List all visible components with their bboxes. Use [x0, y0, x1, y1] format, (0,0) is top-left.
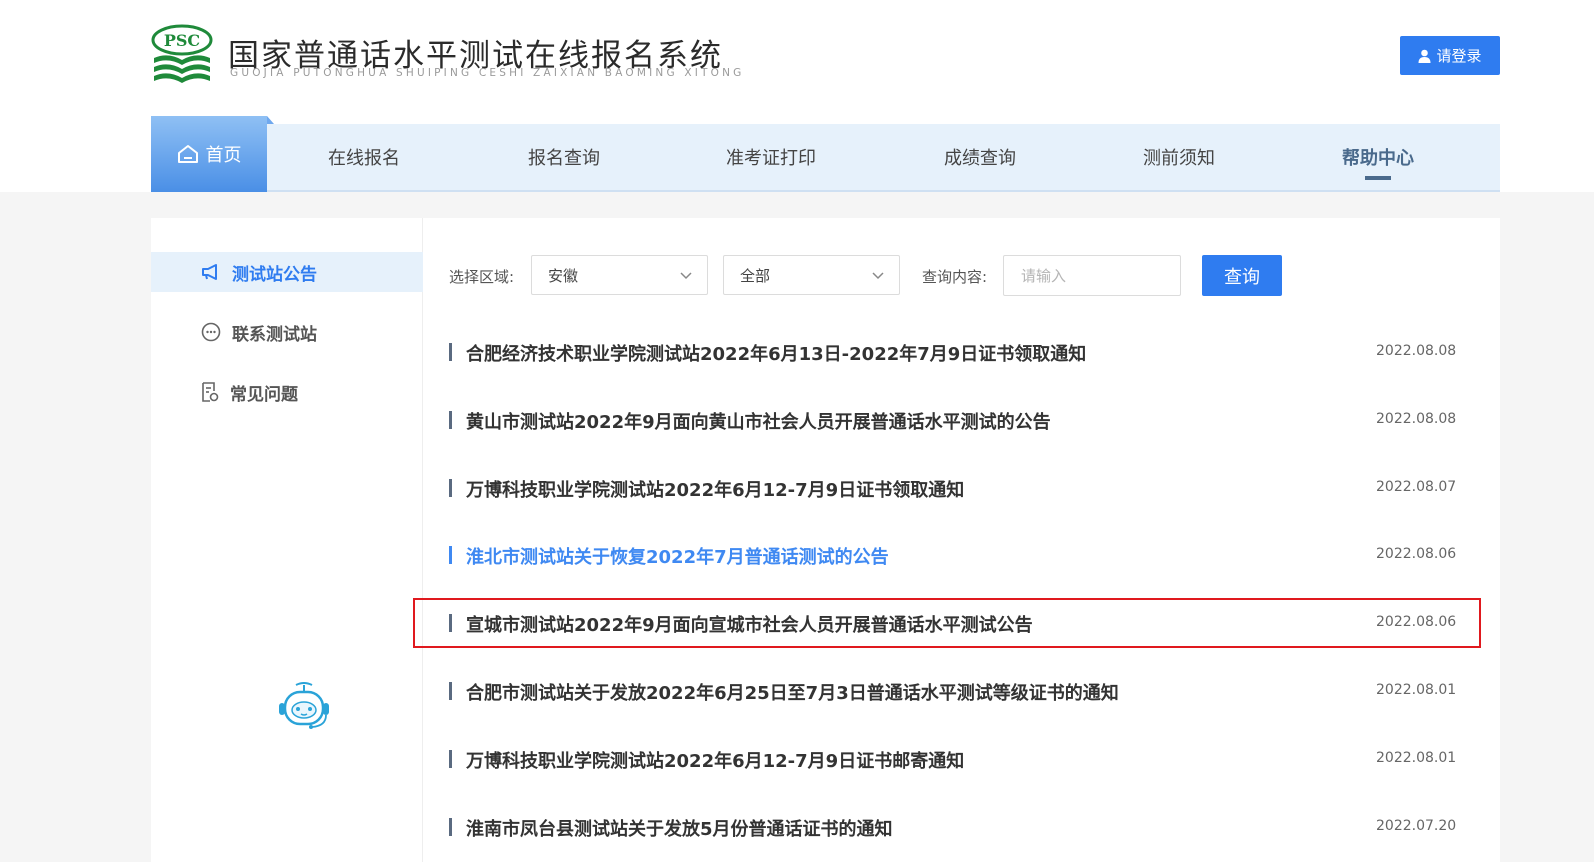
chevron-down-icon: [872, 272, 884, 280]
announcement-date: 2022.08.08: [1376, 410, 1457, 427]
home-icon: [177, 145, 198, 163]
sidebar-item-label: 常见问题: [230, 384, 298, 405]
list-item[interactable]: 万博科技职业学院测试站2022年6月12-7月9日证书领取通知 2022.08.…: [441, 454, 1481, 522]
chevron-down-icon: [680, 272, 692, 280]
robot-assistant-icon[interactable]: [276, 681, 332, 733]
nav-score-query[interactable]: 成绩查询: [944, 124, 1016, 190]
region-label: 选择区域:: [449, 268, 515, 286]
nav-online-registration[interactable]: 在线报名: [328, 124, 400, 190]
announcement-title[interactable]: 合肥经济技术职业学院测试站2022年6月13日-2022年7月9日证书领取通知: [466, 340, 1086, 366]
list-item-marker: [449, 817, 452, 836]
announcement-title[interactable]: 黄山市测试站2022年9月面向黄山市社会人员开展普通话水平测试的公告: [466, 408, 1051, 434]
announcement-date: 2022.08.06: [1376, 614, 1457, 631]
list-item[interactable]: 万博科技职业学院测试站2022年6月12-7月9日证书邮寄通知 2022.08.…: [441, 725, 1481, 793]
svg-text:PSC: PSC: [164, 31, 200, 50]
nav-help-center-label: 帮助中心: [1342, 148, 1414, 169]
list-item[interactable]: 合肥经济技术职业学院测试站2022年6月13日-2022年7月9日证书领取通知 …: [441, 318, 1481, 386]
city-select-value: 全部: [740, 266, 771, 285]
psc-logo: PSC: [151, 24, 213, 83]
nav-admission-ticket-print[interactable]: 准考证打印: [726, 124, 816, 190]
list-item-marker: [449, 343, 452, 361]
query-input[interactable]: [1003, 255, 1181, 296]
announcement-title[interactable]: 宣城市测试站2022年9月面向宣城市社会人员开展普通话水平测试公告: [466, 611, 1033, 637]
sidebar: 测试站公告 联系测试站 常见问题: [151, 218, 423, 862]
announcement-date: 2022.08.01: [1376, 749, 1457, 766]
nav-home[interactable]: 首页: [151, 116, 274, 192]
user-icon: [1418, 49, 1431, 63]
announcement-title[interactable]: 万博科技职业学院测试站2022年6月12-7月9日证书领取通知: [466, 476, 964, 502]
announcement-date: 2022.08.07: [1376, 478, 1457, 495]
login-label: 请登录: [1436, 47, 1482, 65]
list-item-marker: [449, 749, 452, 768]
city-select[interactable]: 全部: [723, 255, 900, 295]
nav-pre-test-notice[interactable]: 测前须知: [1143, 124, 1215, 190]
announcement-title[interactable]: 合肥市测试站关于发放2022年6月25日至7月3日普通话水平测试等级证书的通知: [466, 679, 1119, 705]
site-subtitle: GUOJIA PUTONGHUA SHUIPING CESHI ZAIXIAN …: [230, 67, 745, 79]
login-button[interactable]: 请登录: [1400, 36, 1500, 75]
list-item[interactable]: 宣城市测试站2022年9月面向宣城市社会人员开展普通话水平测试公告 2022.0…: [441, 589, 1481, 657]
header: PSC 国家普通话水平测试在线报名系统 GUOJIA PUTONGHUA SHU…: [0, 0, 1594, 192]
announcement-title[interactable]: 淮北市测试站关于恢复2022年7月普通话测试的公告: [466, 543, 889, 569]
chat-icon: [201, 322, 221, 342]
announcement-date: 2022.08.06: [1376, 546, 1457, 563]
announcement-title[interactable]: 淮南市凤台县测试站关于发放5月份普通话证书的通知: [466, 815, 893, 841]
main-content: 测试站公告 联系测试站 常见问题 选择区域: 安徽 全部 查询内容: 请输入 查…: [151, 218, 1500, 862]
list-item[interactable]: 合肥市测试站关于发放2022年6月25日至7月3日普通话水平测试等级证书的通知 …: [441, 657, 1481, 725]
nav-home-label: 首页: [205, 145, 242, 166]
list-item-marker: [449, 410, 452, 429]
faq-document-icon: [202, 382, 219, 402]
main-nav: 首页 在线报名 报名查询 准考证打印 成绩查询 测前须知 帮助中心: [151, 116, 1500, 192]
sidebar-item-faq[interactable]: 常见问题: [151, 372, 423, 412]
sidebar-item-label: 联系测试站: [232, 324, 317, 345]
announcement-title[interactable]: 万博科技职业学院测试站2022年6月12-7月9日证书邮寄通知: [466, 747, 964, 773]
announcement-date: 2022.08.01: [1376, 681, 1457, 698]
announcement-date: 2022.07.20: [1376, 817, 1457, 834]
announcement-date: 2022.08.08: [1376, 343, 1457, 359]
megaphone-icon: [202, 264, 217, 280]
list-item[interactable]: 黄山市测试站2022年9月面向黄山市社会人员开展普通话水平测试的公告 2022.…: [441, 386, 1481, 454]
announcement-list: 合肥经济技术职业学院测试站2022年6月13日-2022年7月9日证书领取通知 …: [441, 318, 1481, 860]
nav-registration-query[interactable]: 报名查询: [528, 124, 600, 190]
query-button[interactable]: 查询: [1202, 255, 1282, 296]
province-select-value: 安徽: [548, 266, 579, 285]
sidebar-item-contact[interactable]: 联系测试站: [151, 312, 423, 352]
list-item[interactable]: 淮南市凤台县测试站关于发放5月份普通话证书的通知 2022.07.20: [441, 793, 1481, 861]
sidebar-item-label: 测试站公告: [232, 264, 317, 285]
sidebar-item-announcements[interactable]: 测试站公告: [151, 252, 423, 292]
active-tab-indicator: [1365, 176, 1391, 180]
list-item-marker: [449, 681, 452, 700]
list-item[interactable]: 淮北市测试站关于恢复2022年7月普通话测试的公告 2022.08.06: [441, 521, 1481, 589]
nav-help-center[interactable]: 帮助中心: [1342, 124, 1414, 190]
list-item-marker: [449, 546, 452, 565]
list-item-marker: [449, 614, 452, 633]
list-item-marker: [449, 478, 452, 497]
query-label: 查询内容:: [922, 268, 988, 286]
province-select[interactable]: 安徽: [531, 255, 708, 295]
